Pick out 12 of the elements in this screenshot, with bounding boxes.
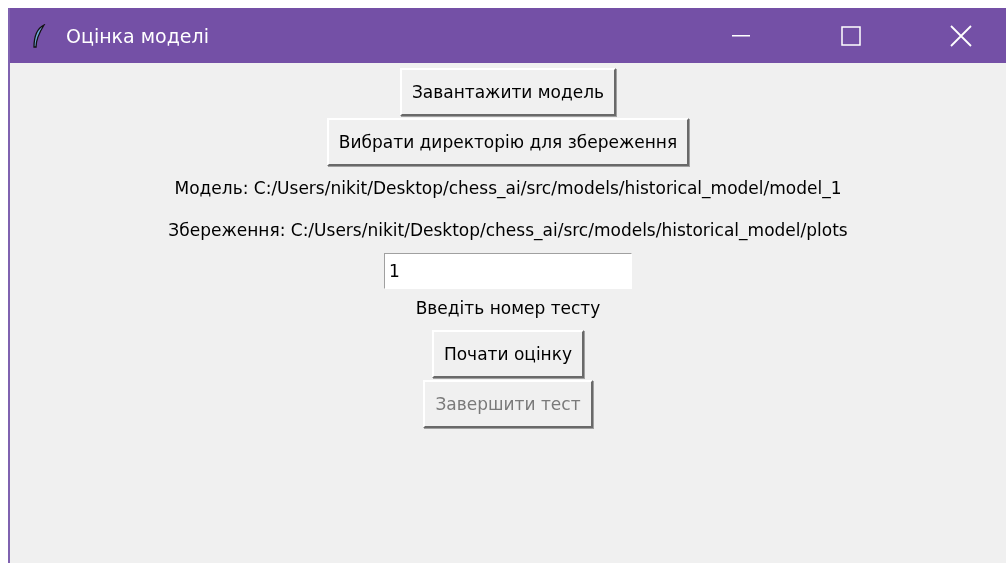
close-icon[interactable] bbox=[950, 24, 972, 47]
action-button[interactable]: Вибрати директорію для збереження bbox=[326, 118, 690, 166]
feather-icon bbox=[32, 23, 46, 48]
info-label: Збереження: C:/Users/nikit/Desktop/chess_ai/src/models/historical_model/plots bbox=[168, 219, 848, 243]
window-title: Оцінка моделі bbox=[66, 24, 210, 47]
test-number-field[interactable]: 1 bbox=[384, 253, 632, 289]
maximize-icon[interactable] bbox=[841, 25, 861, 46]
action-button[interactable]: Почати оцінку bbox=[431, 330, 585, 378]
info-label: Модель: C:/Users/nikit/Desktop/chess_ai/src/models/historical_model/model_1 bbox=[174, 177, 842, 201]
minimize-icon[interactable] bbox=[732, 34, 750, 37]
info-label: Введіть номер тесту bbox=[415, 297, 601, 320]
action-button[interactable]: Завантажити модель bbox=[399, 68, 617, 116]
